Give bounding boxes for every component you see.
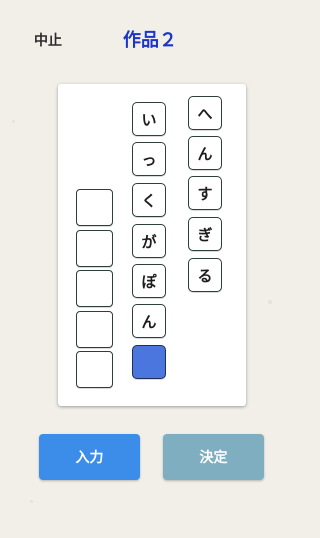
tile[interactable]: ん (132, 304, 166, 338)
tile[interactable]: く (132, 183, 166, 217)
empty-tile[interactable] (76, 189, 113, 226)
tile[interactable]: い (132, 102, 166, 136)
tile[interactable]: ん (188, 136, 222, 170)
empty-tile[interactable] (76, 351, 113, 388)
tile[interactable]: ぽ (132, 264, 166, 298)
tile[interactable]: ぎ (188, 217, 222, 251)
empty-tile[interactable] (76, 270, 113, 307)
input-button[interactable]: 入力 (39, 434, 140, 480)
paper-texture (12, 120, 15, 123)
decide-button[interactable]: 決定 (163, 434, 264, 480)
page-title: 作品２ (123, 30, 177, 51)
input-cursor-tile[interactable] (132, 345, 166, 379)
tile[interactable]: が (132, 224, 166, 258)
input-button-label: 入力 (75, 450, 104, 466)
paper-texture (268, 300, 272, 304)
poem-board: へ ん す ぎ る い っ く が ぽ ん (58, 84, 246, 406)
tile[interactable]: す (188, 176, 222, 210)
empty-tile[interactable] (76, 230, 113, 267)
paper-texture (30, 500, 33, 503)
tile[interactable]: っ (132, 142, 166, 176)
decide-button-label: 決定 (199, 450, 228, 466)
tile[interactable]: へ (188, 96, 222, 130)
empty-tile[interactable] (76, 311, 113, 348)
tile[interactable]: る (188, 258, 222, 292)
